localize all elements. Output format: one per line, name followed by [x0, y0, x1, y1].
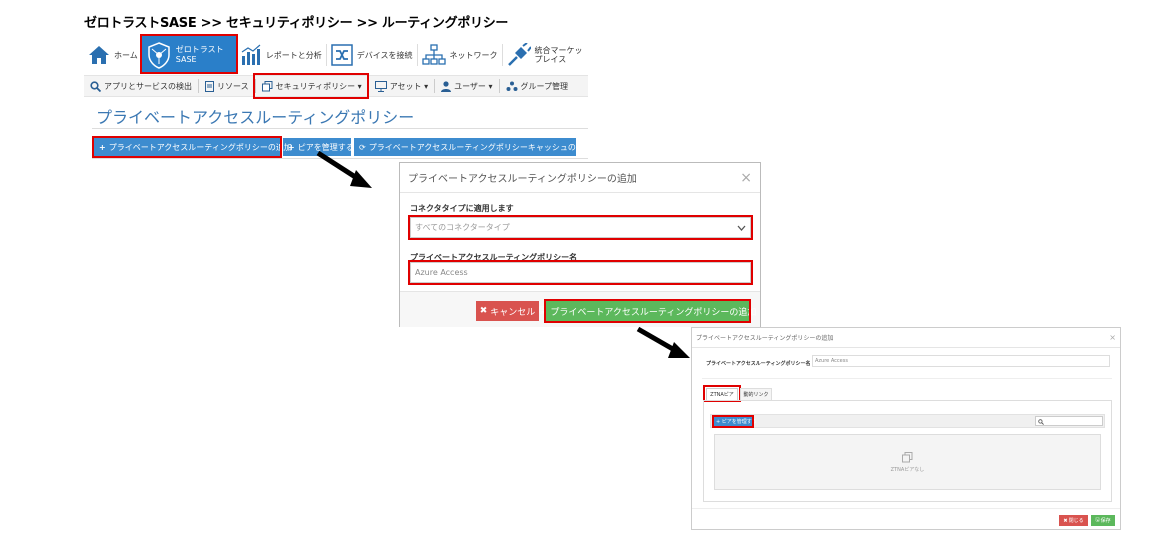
- nav-connect-devices[interactable]: デバイスを接続: [327, 36, 417, 74]
- close-icon: ✖: [1063, 517, 1068, 524]
- empty-state: ZTNAピアなし: [714, 434, 1101, 490]
- nav-devices-label: デバイスを接続: [356, 50, 413, 60]
- add-policy-button[interactable]: + プライベートアクセスルーティングポリシーの追加: [92, 136, 292, 158]
- nav-home-label: ホーム: [114, 50, 138, 60]
- plug-icon: [507, 43, 531, 66]
- breadcrumb: ゼロトラストSASE >> セキュリティポリシー >> ルーティングポリシー: [84, 16, 509, 31]
- nav-reports[interactable]: レポートと分析: [236, 36, 326, 74]
- divider: [702, 378, 1112, 379]
- clear-cache-button[interactable]: ⟳ プライベートアクセスルーティングポリシーキャッシュの消去: [354, 138, 592, 156]
- subnav-users[interactable]: ユーザー ▾: [435, 76, 498, 96]
- close-icon: ✖: [479, 306, 488, 316]
- nav-zero-trust-sase[interactable]: ゼロトラスト SASE: [139, 34, 238, 74]
- network-icon: [421, 44, 446, 65]
- modal-header: プライベートアクセスルーティングポリシーの追加 ×: [692, 328, 1120, 348]
- search-icon: [90, 80, 101, 92]
- divider: [692, 508, 1120, 509]
- tab-dynamic-links-label: 動的リンク: [743, 392, 769, 398]
- empty-state-text: ZTNAピアなし: [890, 466, 925, 473]
- highlight-box: [712, 415, 754, 428]
- save-button-label: 保存: [1100, 518, 1111, 524]
- nav-network[interactable]: ネットワーク: [418, 36, 502, 74]
- group-icon: [506, 81, 517, 91]
- subnav-resources-label: リソース: [217, 81, 249, 91]
- modal-title: プライベートアクセスルーティングポリシーの追加: [408, 174, 637, 185]
- peer-search-input[interactable]: [1035, 416, 1103, 426]
- document-icon: [205, 80, 214, 92]
- nav-network-label: ネットワーク: [449, 50, 498, 60]
- nav-marketplace-label-1: 統合マーケッ: [534, 46, 583, 55]
- subnav-groups[interactable]: グループ管理: [500, 76, 575, 96]
- chart-icon: [241, 44, 261, 65]
- user-icon: [441, 80, 452, 92]
- shuffle-icon: [331, 44, 353, 66]
- divider: [92, 128, 588, 129]
- nav-marketplace-label-2: プレイス: [534, 55, 567, 64]
- subnav-resources[interactable]: リソース: [199, 76, 255, 96]
- tab-dynamic-links[interactable]: 動的リンク: [740, 388, 772, 400]
- connector-type-label: コネクタタイプに適用します: [410, 204, 514, 213]
- arrow-icon: [316, 150, 372, 188]
- modal-footer: ✖ キャンセル 🖫 プライベートアクセスルーティングポリシーの追加: [400, 291, 760, 327]
- subnav-assets[interactable]: アセット ▾: [369, 76, 434, 96]
- highlight-box: [408, 215, 753, 240]
- save-button[interactable]: 🖫 保存: [1091, 515, 1115, 526]
- close-icon[interactable]: ×: [1109, 333, 1116, 342]
- page-title: プライベートアクセスルーティングポリシー: [96, 108, 415, 127]
- modal-title: プライベートアクセスルーティングポリシーの追加: [696, 335, 834, 342]
- clear-cache-label: プライベートアクセスルーティングポリシーキャッシュの消去: [368, 142, 592, 152]
- sub-nav: アプリとサービスの検出 リソース セキュリティポリシー ▾ アセット ▾ ユーザ…: [84, 73, 588, 99]
- subnav-discover-label: アプリとサービスの検出: [104, 81, 192, 91]
- arrow-icon: [636, 326, 690, 358]
- highlight-box: [544, 299, 751, 323]
- top-nav: ホーム ゼロトラスト SASE レポートと分析 デバイスを接続 ネットワーク 統…: [84, 34, 588, 74]
- monitor-icon: [374, 80, 387, 92]
- policy-detail-modal: プライベートアクセスルーティングポリシーの追加 × プライベートアクセスルーティ…: [691, 327, 1121, 530]
- add-policy-modal: プライベートアクセスルーティングポリシーの追加 × コネクタタイプに適用します …: [399, 162, 761, 327]
- subnav-groups-label: グループ管理: [520, 81, 569, 91]
- cancel-button[interactable]: ✖ キャンセル: [476, 301, 539, 321]
- close-icon[interactable]: ×: [740, 170, 752, 186]
- highlight-box: [408, 260, 753, 285]
- policy-name-label: プライベートアクセスルーティングポリシー名: [706, 361, 811, 367]
- search-icon: [1038, 419, 1044, 425]
- subnav-users-label: ユーザー ▾: [454, 81, 493, 91]
- close-button-label: 閉じる: [1068, 518, 1084, 524]
- policy-name-input[interactable]: Azure Access: [812, 355, 1110, 367]
- nav-home[interactable]: ホーム: [84, 36, 142, 74]
- highlight-box: [139, 34, 238, 74]
- modal-header: プライベートアクセスルーティングポリシーの追加 ×: [400, 163, 760, 193]
- highlight-box: [252, 73, 369, 99]
- save-icon: 🖫: [1095, 516, 1100, 523]
- highlight-box: [92, 136, 282, 158]
- copy-icon: [902, 451, 913, 462]
- nav-reports-label: レポートと分析: [265, 50, 322, 60]
- subnav-security-policy[interactable]: セキュリティポリシー ▾: [252, 73, 369, 99]
- subnav-assets-label: アセット ▾: [389, 81, 429, 91]
- cancel-label: キャンセル: [490, 307, 536, 318]
- policy-name-value: Azure Access: [815, 358, 848, 364]
- close-button[interactable]: ✖ 閉じる: [1059, 515, 1088, 526]
- nav-marketplace[interactable]: 統合マーケッ プレイス: [503, 36, 587, 74]
- subnav-discover[interactable]: アプリとサービスの検出: [84, 76, 198, 96]
- home-icon: [89, 46, 109, 64]
